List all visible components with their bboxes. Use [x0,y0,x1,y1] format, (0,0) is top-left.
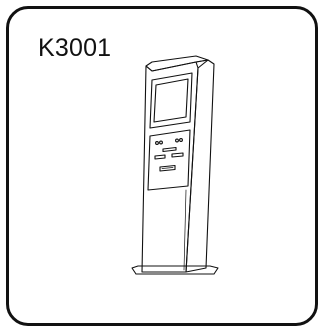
kiosk-side-panel [185,59,215,273]
kiosk-screen [153,78,189,123]
kiosk-top [145,55,209,72]
kiosk-card-slot [162,146,177,153]
kiosk-buttons [154,152,184,160]
kiosk-front-face [141,61,199,273]
kiosk-base [131,265,219,275]
kiosk-terminal-icon [131,55,219,275]
kiosk-indicator-lights [155,138,183,145]
kiosk-control-panel [147,129,191,191]
